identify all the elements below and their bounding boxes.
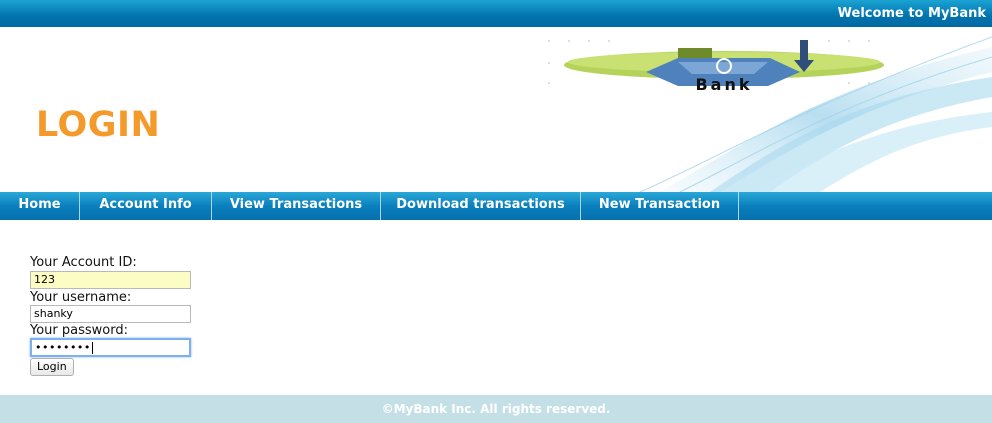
logo-text: Bank: [695, 75, 752, 92]
footer: ©MyBank Inc. All rights reserved.: [0, 395, 992, 423]
nav-view-transactions[interactable]: View Transactions: [212, 192, 381, 220]
account-id-input[interactable]: 123: [30, 271, 191, 289]
username-input[interactable]: shanky: [30, 305, 191, 323]
page-title: LOGIN: [36, 105, 161, 145]
nav-new-transaction[interactable]: New Transaction: [581, 192, 739, 220]
welcome-text: Welcome to MyBank: [837, 6, 986, 21]
header: Bank LOGIN: [0, 27, 992, 192]
nav-bar: Home Account Info View Transactions Down…: [0, 192, 992, 220]
nav-download-transactions[interactable]: Download transactions: [381, 192, 581, 220]
nav-home[interactable]: Home: [0, 192, 80, 220]
nav-account-info[interactable]: Account Info: [80, 192, 212, 220]
bank-logo: Bank: [548, 40, 884, 92]
password-label: Your password:: [30, 323, 128, 338]
password-input[interactable]: ••••••••: [30, 338, 191, 357]
username-label: Your username:: [30, 290, 132, 305]
text-cursor: [91, 342, 93, 354]
password-mask: ••••••••: [35, 341, 91, 354]
top-bar: Welcome to MyBank: [0, 0, 992, 27]
copyright-text: ©MyBank Inc. All rights reserved.: [381, 402, 611, 416]
account-id-label: Your Account ID:: [30, 255, 137, 270]
login-button[interactable]: Login: [30, 358, 74, 376]
